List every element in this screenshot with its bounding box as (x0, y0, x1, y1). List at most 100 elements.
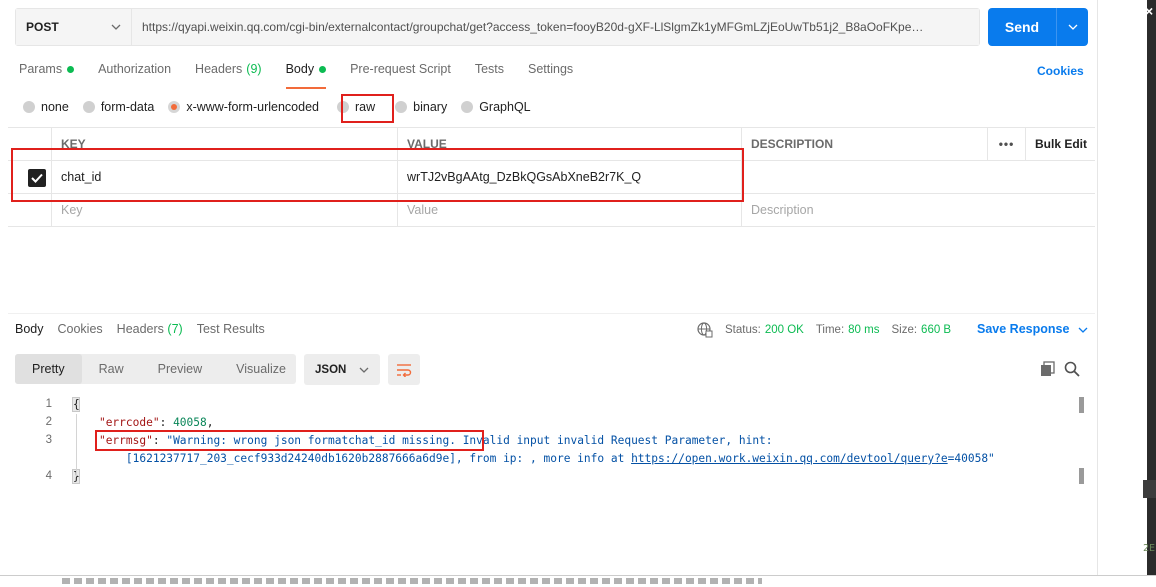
radio-icon (461, 101, 474, 113)
param-description-cell[interactable] (741, 161, 1095, 193)
format-select[interactable]: JSON (304, 354, 380, 385)
chevron-down-icon (359, 367, 369, 373)
tab-label: Headers (195, 62, 243, 76)
search-icon[interactable] (1064, 361, 1080, 377)
status-label: Status: (725, 324, 761, 336)
tab-label: Headers (116, 322, 164, 336)
editor-highlight-line (1143, 480, 1156, 498)
wrap-lines-button[interactable] (388, 354, 420, 385)
tab-tests[interactable]: Tests (475, 62, 504, 86)
tab-label: Authorization (98, 62, 172, 76)
url-input[interactable]: https://qyapi.weixin.qq.com/cgi-bin/exte… (132, 9, 979, 45)
method-select[interactable]: POST (16, 9, 132, 45)
radio-x-www-form-urlencoded[interactable]: x-www-form-urlencoded (168, 100, 319, 114)
response-status-bar: Status: 200 OK Time: 80 ms Size: 660 B (697, 322, 963, 338)
code-line: { (72, 397, 80, 412)
new-description-input[interactable]: Description (741, 194, 1095, 226)
line-number: 4 (45, 470, 52, 482)
tab-label: Body (285, 62, 315, 76)
radio-icon (395, 101, 408, 113)
json-string: Invalid input invalid Request Parameter,… (455, 434, 773, 447)
annotation-highlight-errmsg (95, 430, 484, 451)
indent-guide (76, 414, 77, 476)
url-bar: POST https://qyapi.weixin.qq.com/cgi-bin… (15, 8, 980, 46)
chevron-down-icon (111, 22, 121, 33)
view-visualize-button[interactable]: Visualize (219, 354, 303, 384)
more-options-button[interactable]: ••• (987, 128, 1025, 160)
radio-graphql[interactable]: GraphQL (461, 100, 531, 114)
divider (8, 313, 1095, 314)
radio-label: x-www-form-urlencoded (186, 100, 319, 114)
bottom-text-fragment (0, 575, 1156, 587)
response-tabs: Body Cookies Headers (7) Test Results (15, 322, 279, 336)
line-number: 1 (45, 398, 52, 410)
time-value: 80 ms (848, 324, 880, 336)
view-preview-button[interactable]: Preview (141, 354, 219, 384)
request-tabs: Params Authorization Headers (9) Body Pre… (19, 62, 597, 89)
status-info: Status: 200 OK (725, 324, 804, 336)
column-header-description: DESCRIPTION (741, 128, 987, 160)
postman-app: POST https://qyapi.weixin.qq.com/cgi-bin… (0, 0, 1097, 587)
radio-binary[interactable]: binary (395, 100, 447, 114)
wrap-lines-icon (397, 363, 412, 377)
tab-params[interactable]: Params (19, 62, 75, 86)
json-key: "errcode" (98, 416, 160, 429)
line-number: 2 (45, 416, 52, 428)
close-icon[interactable]: × (1145, 3, 1153, 19)
format-label: JSON (315, 363, 347, 376)
view-pretty-button[interactable]: Pretty (15, 354, 82, 384)
response-tab-cookies[interactable]: Cookies (58, 322, 103, 336)
send-options-button[interactable] (1056, 8, 1088, 46)
editor-edge (1147, 0, 1156, 587)
bulk-edit-button[interactable]: Bulk Edit (1025, 128, 1095, 160)
scrollbar-thumb[interactable] (1079, 468, 1084, 484)
response-tab-test-results[interactable]: Test Results (197, 322, 265, 336)
send-button[interactable]: Send (988, 8, 1056, 46)
radio-label: binary (413, 100, 448, 114)
body-type-radio-group: none form-data x-www-form-urlencoded raw… (23, 99, 545, 115)
save-response-label: Save Response (977, 322, 1070, 336)
code-line: "errcode": 40058, (98, 416, 214, 429)
response-tab-body[interactable]: Body (15, 322, 44, 336)
chevron-down-icon (1078, 327, 1088, 333)
radio-icon (23, 101, 35, 113)
time-info: Time: 80 ms (816, 324, 880, 336)
save-response-button[interactable]: Save Response (977, 322, 1088, 336)
line-number: 3 (45, 434, 52, 446)
open-brace: { (72, 397, 80, 412)
radio-icon (82, 101, 95, 113)
tab-headers[interactable]: Headers (9) (195, 62, 262, 86)
response-tab-headers[interactable]: Headers (7) (117, 322, 183, 336)
tab-settings[interactable]: Settings (528, 62, 573, 86)
json-link[interactable]: https://open.work.weixin.qq.com/devtool/… (631, 452, 948, 465)
tab-body[interactable]: Body (285, 62, 327, 89)
json-string: [1621237717_203_cecf933d24240db1620b2887… (125, 452, 632, 465)
tab-label: Settings (528, 62, 574, 76)
active-dot-icon (319, 66, 327, 73)
radio-none[interactable]: none (23, 100, 69, 114)
right-panel (1097, 0, 1147, 587)
globe-network-icon[interactable] (697, 322, 713, 338)
tab-pre-request-script[interactable]: Pre-request Script (350, 62, 451, 86)
more-icon: ••• (998, 137, 1015, 151)
annotation-highlight-param-row (11, 148, 744, 202)
radio-selected-icon (168, 101, 181, 113)
size-info: Size: 660 B (891, 324, 951, 336)
size-value: 660 B (921, 324, 952, 336)
response-view-toggle: Pretty Raw Preview Visualize (15, 354, 296, 384)
cookies-link[interactable]: Cookies (1037, 64, 1084, 78)
copy-icon[interactable] (1040, 361, 1056, 377)
radio-form-data[interactable]: form-data (82, 100, 154, 114)
view-raw-button[interactable]: Raw (82, 354, 141, 384)
send-button-group: Send (988, 8, 1088, 46)
scrollbar-thumb[interactable] (1079, 397, 1084, 413)
code-line: [1621237717_203_cecf933d24240db1620b2887… (72, 452, 995, 465)
status-value: 200 OK (764, 324, 804, 336)
size-label: Size: (891, 324, 918, 336)
radio-label: GraphQL (479, 100, 531, 114)
tab-authorization[interactable]: Authorization (98, 62, 171, 86)
chevron-down-icon (1068, 24, 1077, 30)
tab-label: Pre-request Script (350, 62, 451, 76)
annotation-highlight-raw (341, 94, 394, 123)
time-label: Time: (815, 324, 845, 336)
